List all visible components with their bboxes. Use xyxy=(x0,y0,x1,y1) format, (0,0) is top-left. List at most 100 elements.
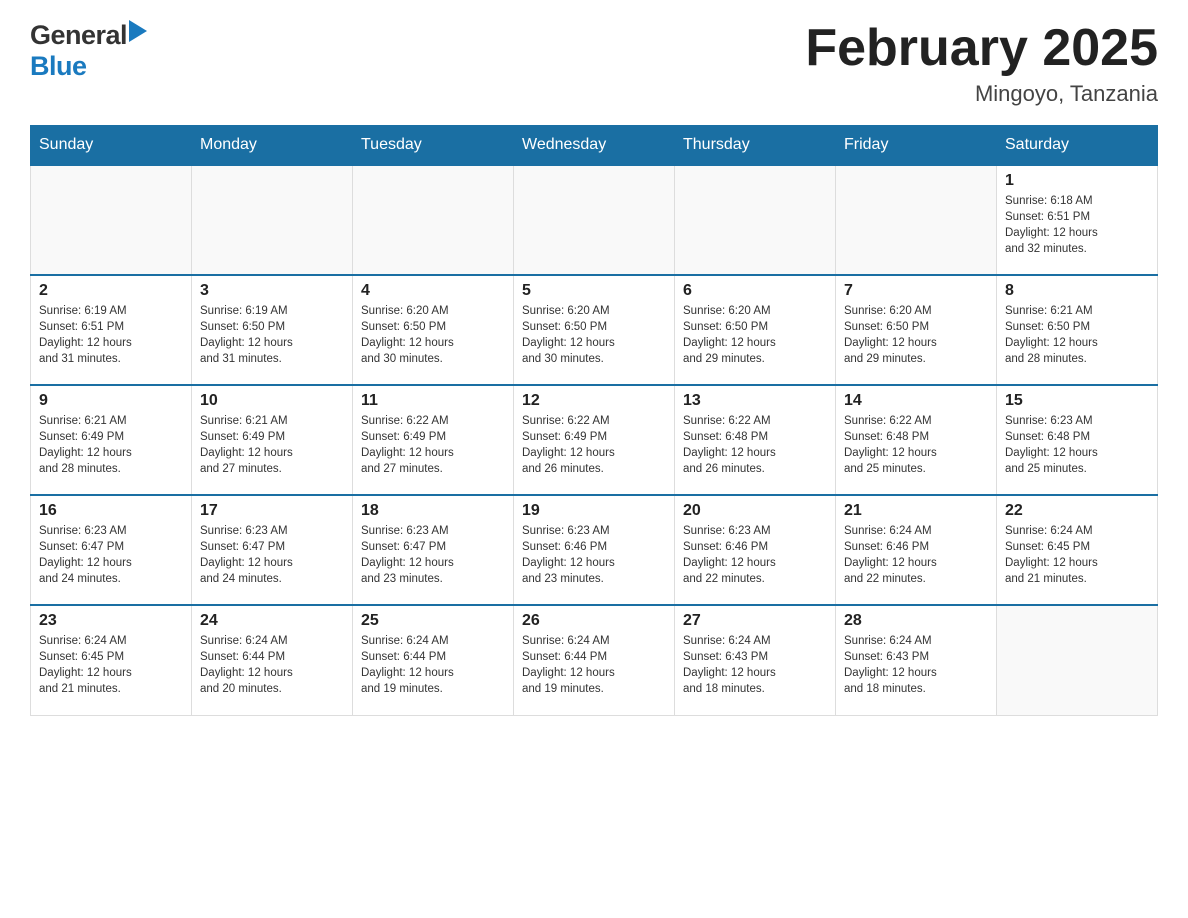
logo-general-text: General xyxy=(30,20,127,51)
day-number: 1 xyxy=(1005,172,1149,190)
day-number: 17 xyxy=(200,502,344,520)
day-number: 9 xyxy=(39,392,183,410)
calendar-cell: 25 Sunrise: 6:24 AMSunset: 6:44 PMDayligh… xyxy=(353,605,514,715)
day-info: Sunrise: 6:19 AMSunset: 6:50 PMDaylight:… xyxy=(200,303,344,367)
calendar-table: SundayMondayTuesdayWednesdayThursdayFrid… xyxy=(30,125,1158,716)
day-info: Sunrise: 6:22 AMSunset: 6:49 PMDaylight:… xyxy=(361,413,505,477)
day-number: 24 xyxy=(200,612,344,630)
day-info: Sunrise: 6:20 AMSunset: 6:50 PMDaylight:… xyxy=(844,303,988,367)
day-number: 18 xyxy=(361,502,505,520)
calendar-cell: 19 Sunrise: 6:23 AMSunset: 6:46 PMDayligh… xyxy=(514,495,675,605)
calendar-cell: 21 Sunrise: 6:24 AMSunset: 6:46 PMDayligh… xyxy=(836,495,997,605)
day-number: 10 xyxy=(200,392,344,410)
calendar-cell: 11 Sunrise: 6:22 AMSunset: 6:49 PMDayligh… xyxy=(353,385,514,495)
day-info: Sunrise: 6:18 AMSunset: 6:51 PMDaylight:… xyxy=(1005,193,1149,257)
week-row-1: 1 Sunrise: 6:18 AMSunset: 6:51 PMDaylight… xyxy=(31,165,1158,275)
day-header-friday: Friday xyxy=(836,126,997,166)
logo-blue-text: Blue xyxy=(30,51,87,81)
day-number: 19 xyxy=(522,502,666,520)
day-info: Sunrise: 6:20 AMSunset: 6:50 PMDaylight:… xyxy=(361,303,505,367)
calendar-cell: 28Sunrise: 6:24 AMSunset: 6:43 PMDayligh… xyxy=(836,605,997,715)
day-header-tuesday: Tuesday xyxy=(353,126,514,166)
calendar-cell xyxy=(353,165,514,275)
day-number: 14 xyxy=(844,392,988,410)
day-number: 11 xyxy=(361,392,505,410)
calendar-cell: 14 Sunrise: 6:22 AMSunset: 6:48 PMDayligh… xyxy=(836,385,997,495)
calendar-cell: 7Sunrise: 6:20 AMSunset: 6:50 PMDaylight… xyxy=(836,275,997,385)
day-info: Sunrise: 6:24 AMSunset: 6:44 PMDaylight:… xyxy=(361,633,505,697)
calendar-cell: 3 Sunrise: 6:19 AMSunset: 6:50 PMDaylight… xyxy=(192,275,353,385)
day-number: 4 xyxy=(361,282,505,300)
week-row-5: 23 Sunrise: 6:24 AMSunset: 6:45 PMDayligh… xyxy=(31,605,1158,715)
calendar-cell: 17 Sunrise: 6:23 AMSunset: 6:47 PMDayligh… xyxy=(192,495,353,605)
calendar-cell: 18 Sunrise: 6:23 AMSunset: 6:47 PMDayligh… xyxy=(353,495,514,605)
logo: General Blue xyxy=(30,20,147,82)
day-number: 15 xyxy=(1005,392,1149,410)
day-info: Sunrise: 6:20 AMSunset: 6:50 PMDaylight:… xyxy=(522,303,666,367)
day-header-monday: Monday xyxy=(192,126,353,166)
day-info: Sunrise: 6:24 AMSunset: 6:46 PMDaylight:… xyxy=(844,523,988,587)
calendar-cell: 9 Sunrise: 6:21 AMSunset: 6:49 PMDaylight… xyxy=(31,385,192,495)
calendar-cell: 13Sunrise: 6:22 AMSunset: 6:48 PMDayligh… xyxy=(675,385,836,495)
day-info: Sunrise: 6:23 AMSunset: 6:47 PMDaylight:… xyxy=(200,523,344,587)
day-number: 6 xyxy=(683,282,827,300)
day-info: Sunrise: 6:21 AMSunset: 6:49 PMDaylight:… xyxy=(200,413,344,477)
calendar-cell: 16 Sunrise: 6:23 AMSunset: 6:47 PMDayligh… xyxy=(31,495,192,605)
day-number: 5 xyxy=(522,282,666,300)
day-number: 23 xyxy=(39,612,183,630)
day-info: Sunrise: 6:22 AMSunset: 6:48 PMDaylight:… xyxy=(844,413,988,477)
calendar-cell xyxy=(192,165,353,275)
day-info: Sunrise: 6:21 AMSunset: 6:50 PMDaylight:… xyxy=(1005,303,1149,367)
day-number: 22 xyxy=(1005,502,1149,520)
day-info: Sunrise: 6:22 AMSunset: 6:48 PMDaylight:… xyxy=(683,413,827,477)
logo-arrow-icon xyxy=(129,20,147,47)
week-row-2: 2 Sunrise: 6:19 AMSunset: 6:51 PMDaylight… xyxy=(31,275,1158,385)
week-row-3: 9 Sunrise: 6:21 AMSunset: 6:49 PMDaylight… xyxy=(31,385,1158,495)
calendar-cell: 6 Sunrise: 6:20 AMSunset: 6:50 PMDaylight… xyxy=(675,275,836,385)
calendar-cell xyxy=(31,165,192,275)
day-header-saturday: Saturday xyxy=(997,126,1158,166)
day-header-sunday: Sunday xyxy=(31,126,192,166)
day-number: 16 xyxy=(39,502,183,520)
calendar-cell: 20 Sunrise: 6:23 AMSunset: 6:46 PMDayligh… xyxy=(675,495,836,605)
day-info: Sunrise: 6:23 AMSunset: 6:48 PMDaylight:… xyxy=(1005,413,1149,477)
day-info: Sunrise: 6:24 AMSunset: 6:45 PMDaylight:… xyxy=(39,633,183,697)
day-number: 20 xyxy=(683,502,827,520)
header-row: SundayMondayTuesdayWednesdayThursdayFrid… xyxy=(31,126,1158,166)
day-number: 3 xyxy=(200,282,344,300)
month-title: February 2025 xyxy=(805,20,1158,77)
calendar-cell xyxy=(675,165,836,275)
day-info: Sunrise: 6:24 AMSunset: 6:43 PMDaylight:… xyxy=(683,633,827,697)
calendar-cell: 22 Sunrise: 6:24 AMSunset: 6:45 PMDayligh… xyxy=(997,495,1158,605)
day-info: Sunrise: 6:24 AMSunset: 6:45 PMDaylight:… xyxy=(1005,523,1149,587)
calendar-cell xyxy=(836,165,997,275)
day-info: Sunrise: 6:24 AMSunset: 6:44 PMDaylight:… xyxy=(200,633,344,697)
day-info: Sunrise: 6:19 AMSunset: 6:51 PMDaylight:… xyxy=(39,303,183,367)
day-info: Sunrise: 6:23 AMSunset: 6:46 PMDaylight:… xyxy=(522,523,666,587)
header: General Blue February 2025 Mingoyo, Tanz… xyxy=(30,20,1158,107)
day-number: 8 xyxy=(1005,282,1149,300)
day-number: 2 xyxy=(39,282,183,300)
week-row-4: 16 Sunrise: 6:23 AMSunset: 6:47 PMDayligh… xyxy=(31,495,1158,605)
day-info: Sunrise: 6:24 AMSunset: 6:43 PMDaylight:… xyxy=(844,633,988,697)
day-info: Sunrise: 6:23 AMSunset: 6:47 PMDaylight:… xyxy=(361,523,505,587)
calendar-cell: 4 Sunrise: 6:20 AMSunset: 6:50 PMDaylight… xyxy=(353,275,514,385)
day-number: 21 xyxy=(844,502,988,520)
day-number: 25 xyxy=(361,612,505,630)
day-header-thursday: Thursday xyxy=(675,126,836,166)
day-info: Sunrise: 6:23 AMSunset: 6:46 PMDaylight:… xyxy=(683,523,827,587)
calendar-cell: 15 Sunrise: 6:23 AMSunset: 6:48 PMDayligh… xyxy=(997,385,1158,495)
day-info: Sunrise: 6:22 AMSunset: 6:49 PMDaylight:… xyxy=(522,413,666,477)
day-info: Sunrise: 6:21 AMSunset: 6:49 PMDaylight:… xyxy=(39,413,183,477)
day-info: Sunrise: 6:24 AMSunset: 6:44 PMDaylight:… xyxy=(522,633,666,697)
calendar-cell xyxy=(997,605,1158,715)
calendar-cell: 27Sunrise: 6:24 AMSunset: 6:43 PMDayligh… xyxy=(675,605,836,715)
calendar-cell: 8 Sunrise: 6:21 AMSunset: 6:50 PMDaylight… xyxy=(997,275,1158,385)
title-area: February 2025 Mingoyo, Tanzania xyxy=(805,20,1158,107)
location: Mingoyo, Tanzania xyxy=(805,81,1158,107)
day-number: 26 xyxy=(522,612,666,630)
calendar-cell: 24 Sunrise: 6:24 AMSunset: 6:44 PMDayligh… xyxy=(192,605,353,715)
calendar-cell: 23 Sunrise: 6:24 AMSunset: 6:45 PMDayligh… xyxy=(31,605,192,715)
day-info: Sunrise: 6:23 AMSunset: 6:47 PMDaylight:… xyxy=(39,523,183,587)
day-info: Sunrise: 6:20 AMSunset: 6:50 PMDaylight:… xyxy=(683,303,827,367)
